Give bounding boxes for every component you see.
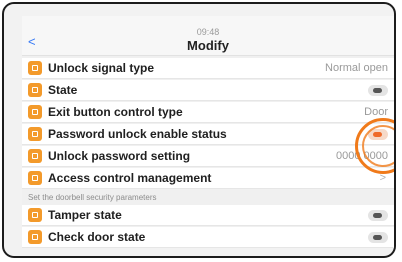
row-value: 0000 0000 (336, 150, 388, 162)
state-icon (28, 83, 42, 97)
row-state: State (22, 80, 394, 101)
check-door-toggle[interactable] (368, 232, 388, 243)
row-tamper-state: Tamper state (22, 205, 394, 226)
tamper-icon (28, 208, 42, 222)
row-value: Door (364, 106, 388, 118)
row-unlock-password-setting[interactable]: Unlock password setting 0000 0000 (22, 146, 394, 167)
row-access-control-management[interactable]: Access control management > (22, 168, 394, 189)
row-check-door-state: Check door state (22, 227, 394, 248)
device-frame: < 09:48 Modify Unlock signal type Normal… (2, 2, 396, 258)
row-label: Password unlock enable status (48, 127, 227, 141)
row-label: Tamper state (48, 208, 122, 222)
app-screen: < 09:48 Modify Unlock signal type Normal… (22, 16, 394, 248)
row-unlock-signal-type[interactable]: Unlock signal type Normal open (22, 58, 394, 79)
tamper-toggle[interactable] (368, 210, 388, 221)
nav-header: < 09:48 Modify (22, 16, 394, 56)
row-label: State (48, 83, 78, 97)
door-state-icon (28, 230, 42, 244)
row-label: Exit button control type (48, 105, 183, 119)
unlock-signal-icon (28, 61, 42, 75)
chevron-right-icon: > (379, 172, 386, 184)
row-label: Access control management (48, 171, 212, 185)
state-toggle[interactable] (368, 85, 388, 96)
row-exit-button-control-type[interactable]: Exit button control type Door (22, 102, 394, 123)
row-label: Check door state (48, 230, 146, 244)
page-title: Modify (187, 38, 229, 53)
row-label: Unlock password setting (48, 149, 191, 163)
password-unlock-toggle[interactable] (368, 129, 388, 140)
section-header: Set the doorbell security parameters (28, 193, 157, 202)
status-time: 09:48 (196, 27, 220, 37)
password-setting-icon (28, 149, 42, 163)
password-shield-icon (28, 127, 42, 141)
row-value: Normal open (325, 62, 388, 74)
row-password-unlock-enable-status: Password unlock enable status (22, 124, 394, 145)
exit-button-icon (28, 105, 42, 119)
access-control-icon (28, 171, 42, 185)
row-label: Unlock signal type (48, 61, 155, 75)
